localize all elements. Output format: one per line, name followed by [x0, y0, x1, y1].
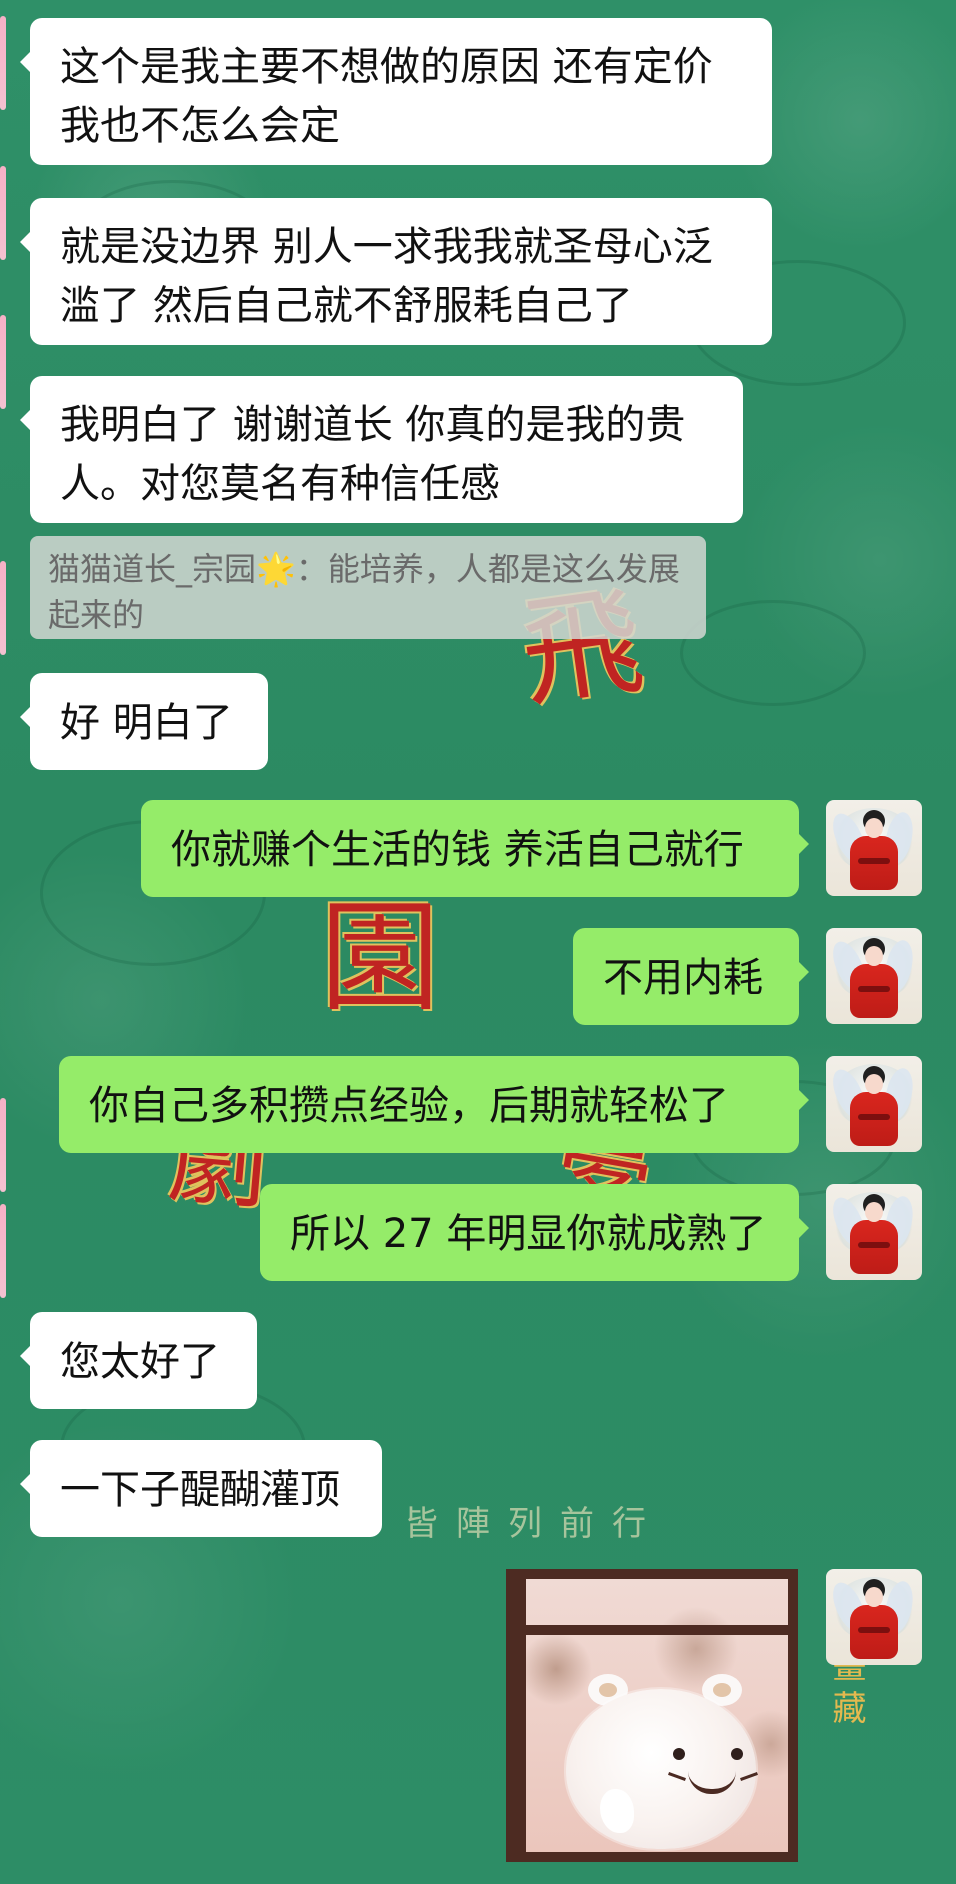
message-text: 一下子醍醐灌顶 [60, 1467, 340, 1513]
message-text: 不用内耗 [603, 955, 763, 1001]
avatar-face [865, 1587, 883, 1607]
message-bubble[interactable]: 这个是我主要不想做的原因 还有定价我也不怎么会定 [20, 18, 772, 165]
message-text: 就是没边界 别人一求我我就圣母心泛滥了 然后自己就不舒服耗自己了 [60, 224, 713, 330]
avatar-sash [858, 858, 890, 864]
message-text: 您太好了 [60, 1339, 220, 1385]
left-avatar-edge [0, 1204, 6, 1298]
bear-ear-inner [713, 1683, 731, 1697]
message-bubble[interactable]: 好 明白了 [20, 673, 268, 770]
message-bubble[interactable]: 一下子醍醐灌顶 [20, 1440, 382, 1537]
avatar-sash [858, 986, 890, 992]
avatar-face [865, 1074, 883, 1094]
sticker-window-frame [516, 1625, 788, 1635]
message-text: 我明白了 谢谢道长 你真的是我的贵人。对您莫名有种信任感 [60, 402, 686, 508]
left-avatar-edge [0, 315, 6, 409]
message-bubble[interactable]: 你就赚个生活的钱 养活自己就行 [141, 800, 809, 897]
quoted-reply[interactable]: 猫猫道长_宗园🌟：能培养，人都是这么发展起来的 [30, 536, 706, 639]
message-text: 你就赚个生活的钱 养活自己就行 [171, 827, 744, 873]
avatar-sash [858, 1242, 890, 1248]
left-avatar-edge [0, 166, 6, 260]
bear-eye [731, 1748, 743, 1760]
message-bubble[interactable]: 就是没边界 别人一求我我就圣母心泛滥了 然后自己就不舒服耗自己了 [20, 198, 772, 345]
sticker-window-frame [516, 1579, 526, 1852]
message-text: 好 明白了 [60, 700, 233, 746]
left-avatar-edge [0, 561, 6, 655]
avatar[interactable] [826, 1569, 922, 1665]
message-text: 所以 27 年明显你就成熟了 [290, 1211, 767, 1257]
avatar-sash [858, 1627, 890, 1633]
avatar[interactable] [826, 800, 922, 896]
avatar-face [865, 946, 883, 966]
quoted-reply-text: 猫猫道长_宗园🌟：能培养，人都是这么发展起来的 [48, 550, 680, 635]
message-bubble[interactable]: 不用内耗 [573, 928, 809, 1025]
left-avatar-edge [0, 1098, 6, 1192]
message-text: 这个是我主要不想做的原因 还有定价我也不怎么会定 [60, 44, 713, 150]
chat-thread: 这个是我主要不想做的原因 还有定价我也不怎么会定 就是没边界 别人一求我我就圣母… [0, 0, 956, 1884]
message-bubble[interactable]: 您太好了 [20, 1312, 257, 1409]
message-bubble[interactable]: 所以 27 年明显你就成熟了 [260, 1184, 809, 1281]
avatar[interactable] [826, 1056, 922, 1152]
avatar-face [865, 818, 883, 838]
avatar[interactable] [826, 928, 922, 1024]
sticker-image[interactable] [506, 1569, 798, 1862]
bear-body [566, 1689, 756, 1849]
bear-eye [673, 1748, 685, 1760]
avatar-sash [858, 1114, 890, 1120]
message-text: 你自己多积攒点经验，后期就轻松了 [89, 1083, 729, 1129]
message-bubble[interactable]: 你自己多积攒点经验，后期就轻松了 [59, 1056, 809, 1153]
bear-ear-inner [599, 1683, 617, 1697]
left-avatar-edge [0, 16, 6, 110]
message-bubble[interactable]: 我明白了 谢谢道长 你真的是我的贵人。对您莫名有种信任感 [20, 376, 743, 523]
avatar[interactable] [826, 1184, 922, 1280]
avatar-face [865, 1202, 883, 1222]
